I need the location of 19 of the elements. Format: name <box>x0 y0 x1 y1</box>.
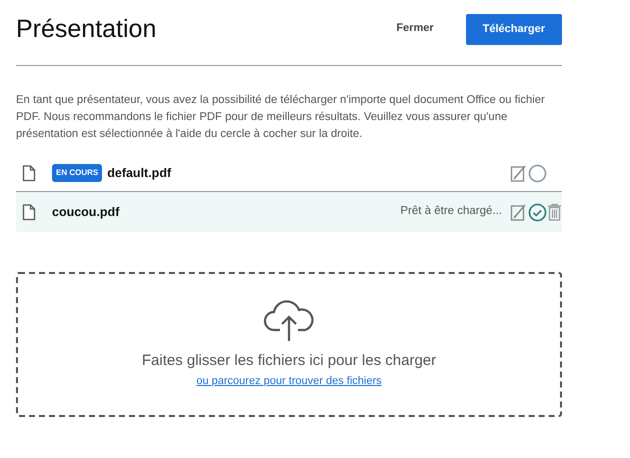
radio-circle-icon[interactable] <box>528 164 547 182</box>
dropzone[interactable]: Faites glisser les fichiers ici pour les charger ou parcourez pour trouver des fichiers <box>16 272 562 417</box>
dropzone-message: Faites glisser les fichiers ici pour les charger <box>142 351 436 371</box>
checked-circle-icon[interactable] <box>528 202 547 222</box>
edit-icon[interactable] <box>510 164 528 182</box>
upload-button[interactable]: Télécharger <box>466 14 562 44</box>
dialog-title: Présentation <box>16 14 156 44</box>
close-button[interactable]: Fermer <box>384 14 446 42</box>
file-status: Prêt à être chargé... <box>400 204 502 220</box>
trash-icon[interactable] <box>547 203 562 221</box>
file-name: coucou.pdf <box>52 204 120 221</box>
file-name: default.pdf <box>107 164 172 182</box>
description-text: En tant que présentateur, vous avez la possibilité de télécharger n'importe quel document Office ou fichier PDF. Nous recommandons le fichier PDF pour de meilleurs résultats. Veuillez vous assurer qu'une présentation est sélectionnée à l'aide du cercle à cocher sur la droite. <box>16 93 546 142</box>
file-icon <box>22 204 36 220</box>
cloud-upload-icon <box>263 300 315 342</box>
browse-link[interactable]: ou parcourez pour trouver des fichiers <box>196 372 382 389</box>
file-icon <box>22 164 36 182</box>
current-badge: EN COURS <box>52 164 102 182</box>
edit-icon[interactable] <box>510 202 528 222</box>
